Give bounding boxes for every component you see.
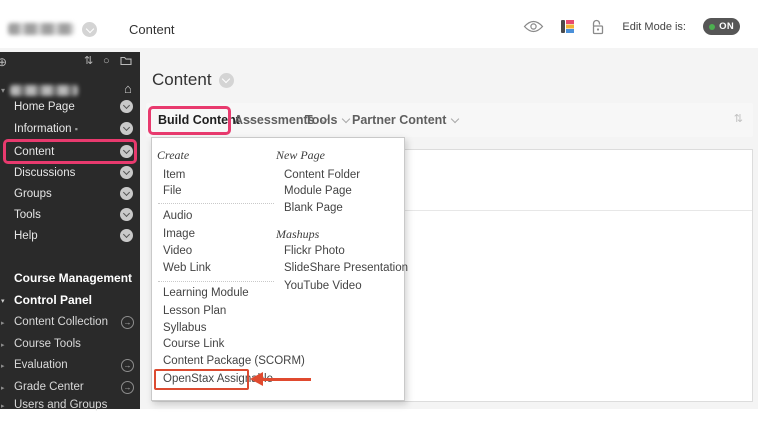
tri-right-icon[interactable]: ▸ — [1, 319, 5, 327]
breadcrumb: Content — [129, 22, 175, 37]
tri-down-icon[interactable]: ▾ — [1, 297, 5, 305]
course-management-header: Course Management — [14, 271, 133, 285]
top-header: Content Edit Mode is: ON — [0, 0, 758, 48]
sidebar-item-discussions[interactable]: Discussions — [14, 162, 133, 183]
hidden-from-students-icon: ▪ — [74, 123, 78, 134]
menu-item-lesson-plan[interactable]: Lesson Plan — [163, 303, 226, 319]
menu-divider — [158, 203, 274, 204]
chevron-down-icon[interactable] — [120, 229, 133, 242]
chevron-down-icon[interactable] — [120, 100, 133, 113]
folder-view-icon[interactable] — [120, 55, 132, 69]
edit-mode-label: Edit Mode is: — [622, 20, 686, 33]
chevron-down-icon — [342, 114, 351, 124]
edit-mode-on-dot — [709, 23, 715, 30]
sidebar-item-groups[interactable]: Groups — [14, 183, 133, 204]
blackboard-content-page: Content Edit Mode is: ON ⊕ ⇅ ○ ▾ ⌂ Home … — [0, 0, 771, 429]
page-title-row: Content — [152, 70, 234, 90]
edit-mode-toggle[interactable]: ON — [703, 18, 740, 35]
build-content-dropdown: Create Item File Audio Image Video Web L… — [151, 137, 408, 401]
redacted-course-name — [10, 85, 78, 96]
edit-mode-state: ON — [719, 21, 734, 32]
page-title-chevron-icon[interactable] — [218, 72, 234, 88]
menu-item-file[interactable]: File — [163, 183, 182, 199]
chevron-down-icon[interactable] — [120, 166, 133, 179]
menu-item-blank-page[interactable]: Blank Page — [284, 200, 343, 216]
red-arrow-tail — [262, 377, 311, 381]
page-title: Content — [152, 70, 212, 89]
menu-item-syllabus[interactable]: Syllabus — [163, 320, 206, 336]
menu-item-youtube-video[interactable]: YouTube Video — [284, 278, 362, 294]
chevron-down-icon[interactable] — [120, 122, 133, 135]
new-page-section-header: New Page — [276, 148, 325, 162]
student-preview-eye-icon[interactable] — [523, 20, 544, 33]
build-content-highlight-box — [148, 106, 231, 135]
menu-item-flickr-photo[interactable]: Flickr Photo — [284, 243, 345, 259]
menu-item-content-package-scorm[interactable]: Content Package (SCORM) — [163, 353, 305, 369]
sidebar-item-help[interactable]: Help — [14, 225, 133, 246]
theme-palette-icon[interactable] — [561, 20, 575, 33]
tri-right-icon[interactable]: ▸ — [1, 341, 5, 349]
reorder-menu-icon[interactable]: ⇅ — [84, 56, 93, 67]
menu-item-content-folder[interactable]: Content Folder — [284, 167, 360, 183]
tri-right-icon[interactable]: ▸ — [1, 402, 5, 410]
menu-item-image[interactable]: Image — [163, 226, 195, 242]
header-controls: Edit Mode is: ON — [523, 18, 740, 35]
sidebar-item-information[interactable]: Information ▪ — [14, 118, 133, 139]
menu-item-course-link[interactable]: Course Link — [163, 336, 224, 352]
menu-item-learning-module[interactable]: Learning Module — [163, 285, 249, 301]
action-bar: Build Content Assessments Tools Partner … — [146, 103, 753, 137]
open-in-new-icon[interactable]: → — [121, 380, 134, 394]
sidebar-item-grade-center[interactable]: Grade Center → — [14, 377, 134, 397]
course-menu-sidebar: ⊕ ⇅ ○ ▾ ⌂ Home Page Information ▪ Conten… — [0, 52, 140, 411]
home-icon[interactable]: ⌂ — [124, 82, 132, 95]
tools-button[interactable]: Tools — [305, 103, 351, 137]
collapse-section-icon[interactable]: ▾ — [1, 87, 5, 95]
menu-item-video[interactable]: Video — [163, 243, 192, 259]
tri-right-icon[interactable]: ▸ — [1, 362, 5, 370]
course-menu-chevron-icon[interactable] — [82, 22, 97, 37]
partner-content-button[interactable]: Partner Content — [352, 103, 460, 137]
sidebar-item-evaluation[interactable]: Evaluation → — [14, 355, 134, 375]
sidebar-item-content[interactable]: Content — [14, 141, 133, 162]
mashups-section-header: Mashups — [276, 227, 320, 241]
tri-right-icon[interactable]: ▸ — [1, 384, 5, 392]
sort-icon[interactable]: ⇅ — [734, 112, 743, 125]
menu-item-slideshare-presentation[interactable]: SlideShare Presentation — [284, 260, 408, 276]
openstax-highlight-box — [154, 369, 249, 390]
open-in-new-icon[interactable]: → — [121, 358, 134, 372]
chevron-down-icon — [451, 114, 460, 124]
refresh-menu-icon[interactable]: ○ — [103, 56, 110, 67]
open-in-new-icon[interactable]: → — [121, 315, 134, 329]
menu-item-web-link[interactable]: Web Link — [163, 260, 211, 276]
create-section-header: Create — [157, 148, 190, 162]
sidebar-item-content-collection[interactable]: Content Collection → — [14, 312, 134, 332]
unlocked-padlock-icon[interactable] — [591, 19, 605, 35]
menu-item-module-page[interactable]: Module Page — [284, 183, 352, 199]
menu-item-audio[interactable]: Audio — [163, 208, 192, 224]
sidebar-item-users-and-groups[interactable]: Users and Groups — [14, 395, 134, 415]
menu-item-item[interactable]: Item — [163, 167, 185, 183]
redacted-course-name — [8, 23, 74, 35]
menu-divider — [158, 281, 274, 282]
chevron-down-icon[interactable] — [120, 187, 133, 200]
sidebar-item-course-tools[interactable]: Course Tools — [14, 334, 134, 354]
sidebar-item-tools[interactable]: Tools — [14, 204, 133, 225]
sidebar-item-home-page[interactable]: Home Page — [14, 96, 133, 117]
chevron-down-icon[interactable] — [120, 145, 133, 158]
sidebar-item-control-panel[interactable]: Control Panel — [14, 290, 134, 310]
chevron-down-icon[interactable] — [120, 208, 133, 221]
expand-course-menu-icon[interactable]: ⊕ — [0, 56, 7, 68]
